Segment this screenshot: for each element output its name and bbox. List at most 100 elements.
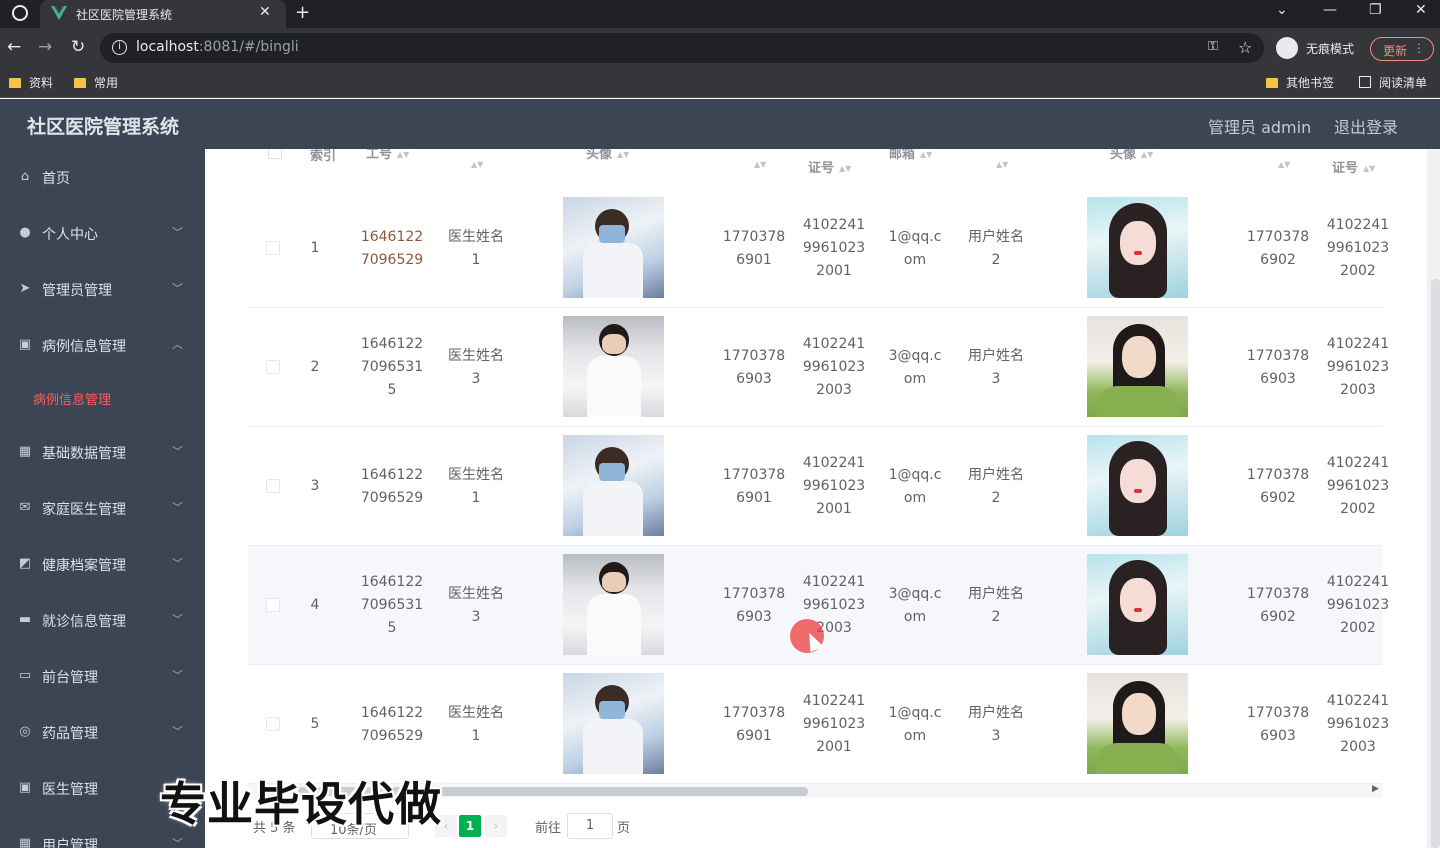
scroll-right-icon[interactable]: ▶ [1372, 784, 1379, 794]
sidebar-subitem-case-info[interactable]: 病例信息管理 [0, 377, 205, 419]
next-page-button[interactable]: › [485, 815, 507, 837]
update-label: 更新 [1383, 44, 1408, 58]
row-checkbox[interactable] [266, 360, 280, 374]
sort-caret-icon[interactable]: ▲▼ [1141, 150, 1153, 159]
other-bookmarks[interactable]: 其他书签 [1266, 74, 1334, 91]
column-header-doctor-id[interactable]: 证号 ▲▼ [808, 157, 851, 176]
bookmark-folder-changyong[interactable]: 常用 [74, 74, 118, 91]
chevron-down-icon: ﹀ [172, 445, 183, 458]
cell-doctor-name: 医生姓名 3 [448, 586, 504, 625]
sort-caret-icon[interactable]: ▲▼ [1278, 160, 1290, 169]
restore-icon[interactable]: ❐ [1369, 2, 1382, 18]
cell-user-id: 4102241 9961023 2003 [1326, 336, 1390, 398]
column-header-user-name[interactable]: ▲▼ [991, 157, 1008, 172]
sidebar: ⌂ 首页 ● 个人中心 ﹀ ➤ 管理员管理 ﹀ ▣ 病例信息管理 ︿ 病例信息管… [0, 149, 205, 848]
reload-icon[interactable]: ↻ [71, 37, 85, 57]
sidebar-item-basic-data[interactable]: ▦ 基础数据管理 ﹀ [0, 424, 205, 480]
back-icon[interactable]: ← [7, 37, 21, 57]
sort-caret-icon[interactable]: ▲▼ [397, 150, 409, 159]
column-header-user-phone[interactable]: ▲▼ [1273, 157, 1290, 172]
mail-icon: ✉ [19, 500, 31, 515]
sort-caret-icon[interactable]: ▲▼ [471, 160, 483, 169]
cell-user-phone: 1770378 6903 [1246, 348, 1310, 387]
sort-caret-icon[interactable]: ▲▼ [839, 164, 851, 173]
sort-caret-icon[interactable]: ▲▼ [617, 150, 629, 159]
vertical-scrollbar[interactable] [1431, 279, 1440, 848]
update-button[interactable]: 更新 ⋮ [1370, 37, 1434, 61]
browser-tab[interactable]: 社区医院管理系统 ✕ [40, 0, 286, 28]
sidebar-item-home[interactable]: ⌂ 首页 [0, 149, 205, 205]
column-header-doctor-phone[interactable]: ▲▼ [749, 157, 766, 172]
sidebar-item-medicine[interactable]: ◎ 药品管理 ﹀ [0, 704, 205, 760]
sidebar-item-label: 家庭医生管理 [42, 502, 126, 518]
tab-search-icon[interactable]: ⌄ [1276, 2, 1288, 18]
main-content: 索引 工号 ▲▼ ▲▼ 头像 ▲▼ ▲▼ 证号 ▲▼ 邮箱 ▲▼ ▲▼ 头像 ▲▼ ▲▼ … [205, 149, 1440, 848]
cell-index: 2 [310, 359, 320, 375]
logout-link[interactable]: 退出登录 [1334, 114, 1398, 138]
table-row[interactable]: 5 1646122 7096529 医生姓名 1 1770378 6901 4102241 99… [248, 665, 1389, 784]
cell-user-id: 4102241 9961023 2002 [1326, 574, 1390, 636]
new-tab-button[interactable]: + [295, 2, 310, 23]
cell-doctor-id: 4102241 9961023 2001 [802, 693, 866, 755]
sidebar-item-admin-management[interactable]: ➤ 管理员管理 ﹀ [0, 261, 205, 317]
table-row[interactable]: 1 1646122 7096529 医生姓名 1 1770378 6901 4102241 99… [248, 189, 1389, 308]
cell-worker-no: 1646122 7096529 [360, 229, 424, 268]
minimize-icon[interactable]: — [1323, 2, 1337, 18]
sidebar-item-personal-center[interactable]: ● 个人中心 ﹀ [0, 205, 205, 261]
address-bar[interactable]: i localhost:8081/#/bingli ⚿ ☆ [100, 33, 1264, 63]
cell-user-phone: 1770378 6902 [1246, 229, 1310, 268]
row-checkbox[interactable] [266, 717, 280, 731]
cell-email: 3@qq.c om [888, 586, 942, 625]
goto-page-input[interactable]: 1 [567, 813, 613, 839]
table-row[interactable]: 2 1646122 7096531 5 医生姓名 3 1770378 6903 4102241 9… [248, 308, 1389, 427]
cell-doctor-id: 4102241 9961023 2001 [802, 217, 866, 279]
sidebar-item-label: 首页 [42, 171, 70, 187]
column-header-user-id[interactable]: 证号 ▲▼ [1332, 157, 1375, 176]
column-header-email[interactable]: 邮箱 ▲▼ [889, 149, 932, 162]
page-number-1[interactable]: 1 [459, 815, 481, 837]
column-header-doctor-avatar[interactable]: 头像 ▲▼ [586, 149, 629, 162]
sort-caret-icon[interactable]: ▲▼ [996, 160, 1008, 169]
sort-caret-icon[interactable]: ▲▼ [920, 150, 932, 159]
cell-doctor-id: 4102241 9961023 2001 [802, 455, 866, 517]
browser-toolbar: ← → ↻ i localhost:8081/#/bingli ⚿ ☆ 无痕模式… [0, 28, 1440, 68]
close-window-icon[interactable]: ✕ [1415, 2, 1427, 18]
chart-icon: ◩ [18, 556, 32, 571]
cell-doctor-phone: 1770378 6901 [722, 705, 786, 744]
tab-close-icon[interactable]: ✕ [259, 4, 271, 20]
row-checkbox[interactable] [266, 479, 280, 493]
cell-user-id: 4102241 9961023 2003 [1326, 693, 1390, 755]
bookmark-folder-ziliao[interactable]: 资料 [9, 74, 53, 91]
select-all-checkbox[interactable] [268, 149, 282, 159]
sidebar-item-frontend[interactable]: ▭ 前台管理 ﹀ [0, 648, 205, 704]
table-row[interactable]: 3 1646122 7096529 医生姓名 1 1770378 6901 4102241 99… [248, 427, 1389, 546]
vue-logo-icon [51, 6, 67, 20]
sort-caret-icon[interactable]: ▲▼ [1363, 164, 1375, 173]
forward-icon[interactable]: → [38, 37, 52, 57]
monitor-icon: ▬ [18, 612, 32, 627]
cell-user-phone: 1770378 6902 [1246, 467, 1310, 506]
chevron-up-icon: ︿ [172, 338, 183, 351]
chevron-down-icon: ﹀ [172, 669, 183, 682]
info-icon[interactable]: i [112, 40, 127, 55]
column-header-user-avatar[interactable]: 头像 ▲▼ [1110, 149, 1153, 162]
key-icon[interactable]: ⚿ [1208, 39, 1218, 54]
column-header-worker-no[interactable]: 工号 ▲▼ [366, 149, 409, 162]
doctor-avatar-image [563, 673, 664, 774]
grid-icon: ▦ [18, 836, 32, 848]
sidebar-item-visit-info[interactable]: ▬ 就诊信息管理 ﹀ [0, 592, 205, 648]
sidebar-item-case-management[interactable]: ▣ 病例信息管理 ︿ [0, 317, 205, 373]
row-checkbox[interactable] [266, 241, 280, 255]
clipboard-check-icon: ▣ [18, 780, 32, 795]
sidebar-subitem-label: 病例信息管理 [33, 393, 112, 408]
cell-index: 5 [310, 716, 320, 732]
reading-list[interactable]: 阅读清单 [1359, 74, 1427, 91]
cell-user-name: 用户姓名 2 [968, 467, 1024, 506]
row-checkbox[interactable] [266, 598, 280, 612]
bookmark-star-icon[interactable]: ☆ [1238, 38, 1252, 57]
sidebar-item-family-doctor[interactable]: ✉ 家庭医生管理 ﹀ [0, 480, 205, 536]
sort-caret-icon[interactable]: ▲▼ [754, 160, 766, 169]
column-header-doctor-name[interactable]: ▲▼ [466, 157, 483, 172]
cell-email: 3@qq.c om [888, 348, 942, 387]
sidebar-item-health-records[interactable]: ◩ 健康档案管理 ﹀ [0, 536, 205, 592]
